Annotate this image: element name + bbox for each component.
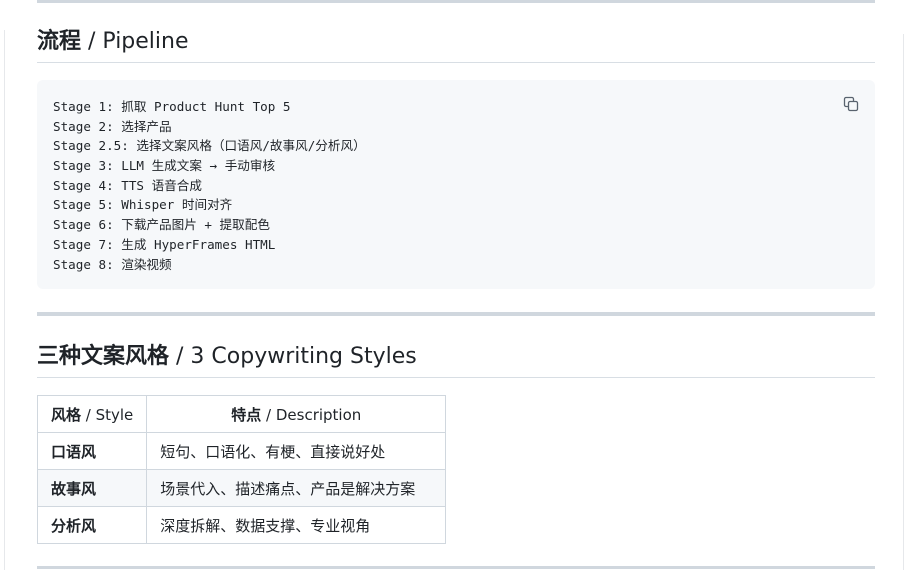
code-line: Stage 2: 选择产品: [53, 118, 172, 134]
code-line: Stage 4: TTS 语音合成: [53, 177, 202, 193]
horizontal-rule: [37, 566, 875, 569]
code-line: Stage 8: 渲染视频: [53, 256, 172, 272]
heading-styles-latin: / 3 Copywriting Styles: [169, 344, 417, 369]
table-cell-description: 深度拆解、数据支撑、专业视角: [146, 506, 447, 544]
table-header-row: 风格 / Style 特点 / Description: [36, 395, 447, 433]
table-cell-style: 口语风: [36, 432, 148, 470]
heading-pipeline-latin: / Pipeline: [81, 29, 189, 54]
header-desc-latin: / Description: [261, 405, 362, 424]
table-header-description: 特点 / Description: [146, 395, 447, 433]
table-cell-description: 场景代入、描述痛点、产品是解决方案: [146, 469, 447, 507]
table-cell-style: 分析风: [36, 506, 148, 544]
heading-underline: [37, 377, 875, 378]
heading-styles-cjk: 三种文案风格: [37, 344, 170, 369]
table-row: 分析风 深度拆解、数据支撑、专业视角: [36, 506, 447, 544]
page-edge-right: [903, 34, 904, 570]
table-header-style: 风格 / Style: [36, 395, 148, 433]
header-style-latin: / Style: [81, 405, 134, 424]
table-row: 口语风 短句、口语化、有梗、直接说好处: [36, 432, 447, 470]
code-line: Stage 3: LLM 生成文案 → 手动审核: [53, 158, 276, 174]
heading-pipeline-cjk: 流程: [37, 29, 82, 54]
page-edge-left: [4, 30, 5, 570]
heading-styles: 三种文案风格 / 3 Copywriting Styles: [37, 342, 875, 372]
horizontal-rule: [37, 0, 875, 3]
code-line: Stage 1: 抓取 Product Hunt Top 5: [53, 99, 291, 114]
styles-table: 风格 / Style 特点 / Description 口语风 短句、口语化、有…: [36, 395, 447, 544]
copy-icon: [843, 96, 859, 112]
table-cell-style: 故事风: [36, 469, 148, 507]
heading-underline: [37, 62, 875, 63]
code-line: Stage 6: 下载产品图片 + 提取配色: [53, 217, 270, 233]
table-cell-description: 短句、口语化、有梗、直接说好处: [146, 432, 447, 470]
header-style-cjk: 风格: [51, 405, 82, 424]
table-row: 故事风 场景代入、描述痛点、产品是解决方案: [36, 469, 447, 507]
header-desc-cjk: 特点: [231, 405, 262, 424]
markdown-content: 流程 / Pipeline Stage 1: 抓取 Product Hunt T…: [36, 0, 875, 570]
heading-pipeline: 流程 / Pipeline: [37, 27, 875, 57]
horizontal-rule: [37, 312, 875, 316]
code-lines: Stage 1: 抓取 Product Hunt Top 5 Stage 2: …: [53, 97, 366, 274]
code-line: Stage 7: 生成 HyperFrames HTML: [53, 236, 276, 252]
copy-button[interactable]: [839, 92, 863, 116]
code-line: Stage 2.5: 选择文案风格（口语风/故事风/分析风）: [53, 138, 366, 154]
code-line: Stage 5: Whisper 时间对齐: [53, 197, 233, 213]
code-block: Stage 1: 抓取 Product Hunt Top 5 Stage 2: …: [37, 80, 875, 289]
